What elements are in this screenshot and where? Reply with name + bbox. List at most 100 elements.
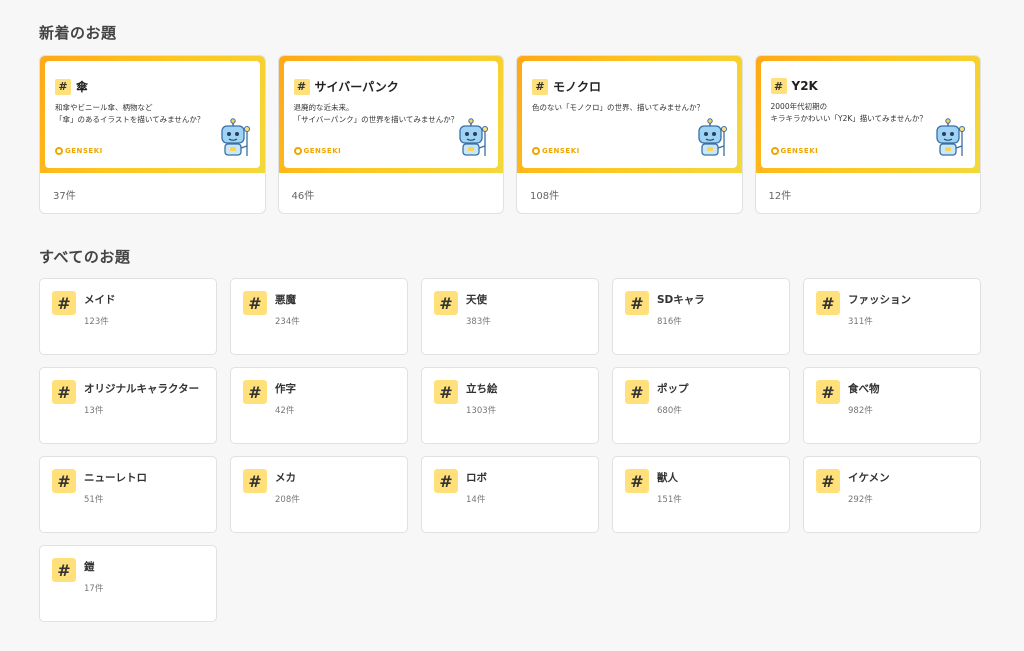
topic-name: 鎧: [84, 561, 95, 573]
hashtag-icon: #: [816, 291, 840, 315]
hashtag-icon: #: [532, 78, 548, 95]
topic-name: 悪魔: [275, 294, 296, 306]
robot-mascot-icon: [452, 118, 490, 162]
topic-card[interactable]: # ポップ 680件: [612, 367, 790, 444]
robot-mascot-icon: [691, 118, 729, 162]
topic-count: 816件: [657, 317, 682, 327]
topic-card[interactable]: # 鎧 17件: [39, 545, 217, 622]
genseki-logo-icon: [55, 147, 63, 155]
topic-name: 食べ物: [848, 383, 880, 395]
topic-card[interactable]: # メカ 208件: [230, 456, 408, 533]
featured-title: 傘: [76, 80, 89, 94]
genseki-logo-icon: [770, 147, 779, 155]
topic-card[interactable]: # SDキャラ 816件: [612, 278, 790, 355]
hashtag-icon: #: [816, 469, 840, 493]
topic-card[interactable]: # 作字 42件: [230, 367, 408, 444]
topic-name: 作字: [275, 383, 296, 395]
hashtag-icon: #: [52, 291, 76, 315]
featured-topics-row: # 傘 和傘やビニール傘、柄物など 「傘」のあるイラストを描いてみませんか？ G…: [39, 55, 981, 214]
featured-banner: # Y2K 2000年代初期の キラキラかわいい「Y2K」描いてみませんか？ G…: [755, 56, 980, 173]
topic-name: 獣人: [657, 472, 678, 484]
topic-name: 天使: [466, 294, 487, 306]
topic-count: 123件: [84, 317, 109, 327]
genseki-logo: GENSEKI: [293, 147, 342, 155]
topic-count: 292件: [848, 495, 873, 505]
topic-card[interactable]: # ファッション 311件: [803, 278, 981, 355]
hashtag-icon: #: [816, 380, 840, 404]
hashtag-icon: #: [293, 78, 310, 95]
topic-count: 13件: [84, 406, 104, 416]
featured-banner: # サイバーパンク 退廃的な近未来。 「サイバーパンク」の世界を描いてみませんか…: [278, 56, 503, 173]
topic-count: 680件: [657, 406, 682, 416]
topic-count: 42件: [275, 406, 295, 416]
genseki-logo: GENSEKI: [770, 147, 819, 155]
hashtag-icon: #: [625, 469, 649, 493]
hashtag-icon: #: [55, 78, 71, 95]
topic-count: 51件: [84, 495, 104, 505]
topic-count: 383件: [466, 317, 491, 327]
featured-card-cyberpunk[interactable]: # サイバーパンク 退廃的な近未来。 「サイバーパンク」の世界を描いてみませんか…: [277, 55, 504, 214]
featured-count: 12件: [768, 191, 792, 202]
hashtag-icon: #: [52, 469, 76, 493]
featured-card-monochrome[interactable]: # モノクロ 色のない「モノクロ」の世界、描いてみませんか？ GENSEKI 1…: [516, 55, 743, 214]
hashtag-icon: #: [52, 558, 76, 582]
topic-card[interactable]: # 獣人 151件: [612, 456, 790, 533]
featured-banner: # モノクロ 色のない「モノクロ」の世界、描いてみませんか？ GENSEKI: [517, 56, 742, 173]
topic-name: イケメン: [848, 472, 890, 484]
featured-title: Y2K: [791, 79, 818, 93]
topic-name: ポップ: [657, 383, 689, 395]
topic-name: ニューレトロ: [84, 472, 147, 484]
hashtag-icon: #: [434, 469, 458, 493]
featured-card-y2k[interactable]: # Y2K 2000年代初期の キラキラかわいい「Y2K」描いてみませんか？ G…: [754, 55, 981, 214]
topic-name: ファッション: [848, 294, 911, 306]
topic-card[interactable]: # ロボ 14件: [421, 456, 599, 533]
featured-description: 色のない「モノクロ」の世界、描いてみませんか？: [532, 103, 705, 112]
featured-count: 46件: [291, 191, 315, 202]
featured-card-umbrella[interactable]: # 傘 和傘やビニール傘、柄物など 「傘」のあるイラストを描いてみませんか？ G…: [39, 55, 266, 214]
hashtag-icon: #: [434, 380, 458, 404]
hashtag-icon: #: [243, 469, 267, 493]
topic-card[interactable]: # 天使 383件: [421, 278, 599, 355]
hashtag-icon: #: [52, 380, 76, 404]
featured-count: 108件: [530, 191, 560, 202]
topic-count: 311件: [848, 317, 873, 327]
topic-card[interactable]: # 食べ物 982件: [803, 367, 981, 444]
hashtag-icon: #: [243, 380, 267, 404]
robot-mascot-icon: [929, 118, 967, 162]
genseki-logo-icon: [532, 147, 540, 155]
all-topics-heading: すべてのお題: [39, 248, 131, 266]
topic-name: メカ: [275, 472, 296, 484]
topic-card[interactable]: # ニューレトロ 51件: [39, 456, 217, 533]
featured-title: サイバーパンク: [314, 80, 399, 94]
hashtag-icon: #: [625, 291, 649, 315]
topic-count: 151件: [657, 495, 682, 505]
topic-card[interactable]: # 悪魔 234件: [230, 278, 408, 355]
hashtag-icon: #: [770, 78, 787, 94]
genseki-logo-icon: [293, 147, 302, 155]
hashtag-icon: #: [434, 291, 458, 315]
topic-count: 14件: [466, 495, 486, 505]
featured-title: モノクロ: [553, 80, 602, 94]
topic-count: 1303件: [466, 406, 497, 416]
hashtag-icon: #: [625, 380, 649, 404]
topic-count: 234件: [275, 317, 300, 327]
genseki-logo: GENSEKI: [55, 147, 103, 155]
hashtag-icon: #: [243, 291, 267, 315]
new-topics-heading: 新着のお題: [39, 24, 117, 42]
topic-name: オリジナルキャラクター: [84, 383, 200, 395]
topic-name: 立ち絵: [466, 383, 498, 395]
topic-name: メイド: [84, 294, 116, 306]
robot-mascot-icon: [214, 118, 252, 162]
topic-card[interactable]: # メイド 123件: [39, 278, 217, 355]
topic-name: SDキャラ: [657, 294, 705, 306]
topic-count: 208件: [275, 495, 300, 505]
all-topics-grid: # メイド 123件 # 悪魔 234件 # 天使 383件 # SDキャラ 816件 # ファッション 3…: [39, 278, 981, 622]
topic-count: 17件: [84, 584, 104, 594]
topic-card[interactable]: # 立ち絵 1303件: [421, 367, 599, 444]
topic-card[interactable]: # オリジナルキャラクター 13件: [39, 367, 217, 444]
genseki-logo: GENSEKI: [532, 147, 580, 155]
topic-count: 982件: [848, 406, 873, 416]
topic-name: ロボ: [466, 472, 487, 484]
featured-banner: # 傘 和傘やビニール傘、柄物など 「傘」のあるイラストを描いてみませんか？ G…: [40, 56, 265, 173]
topic-card[interactable]: # イケメン 292件: [803, 456, 981, 533]
